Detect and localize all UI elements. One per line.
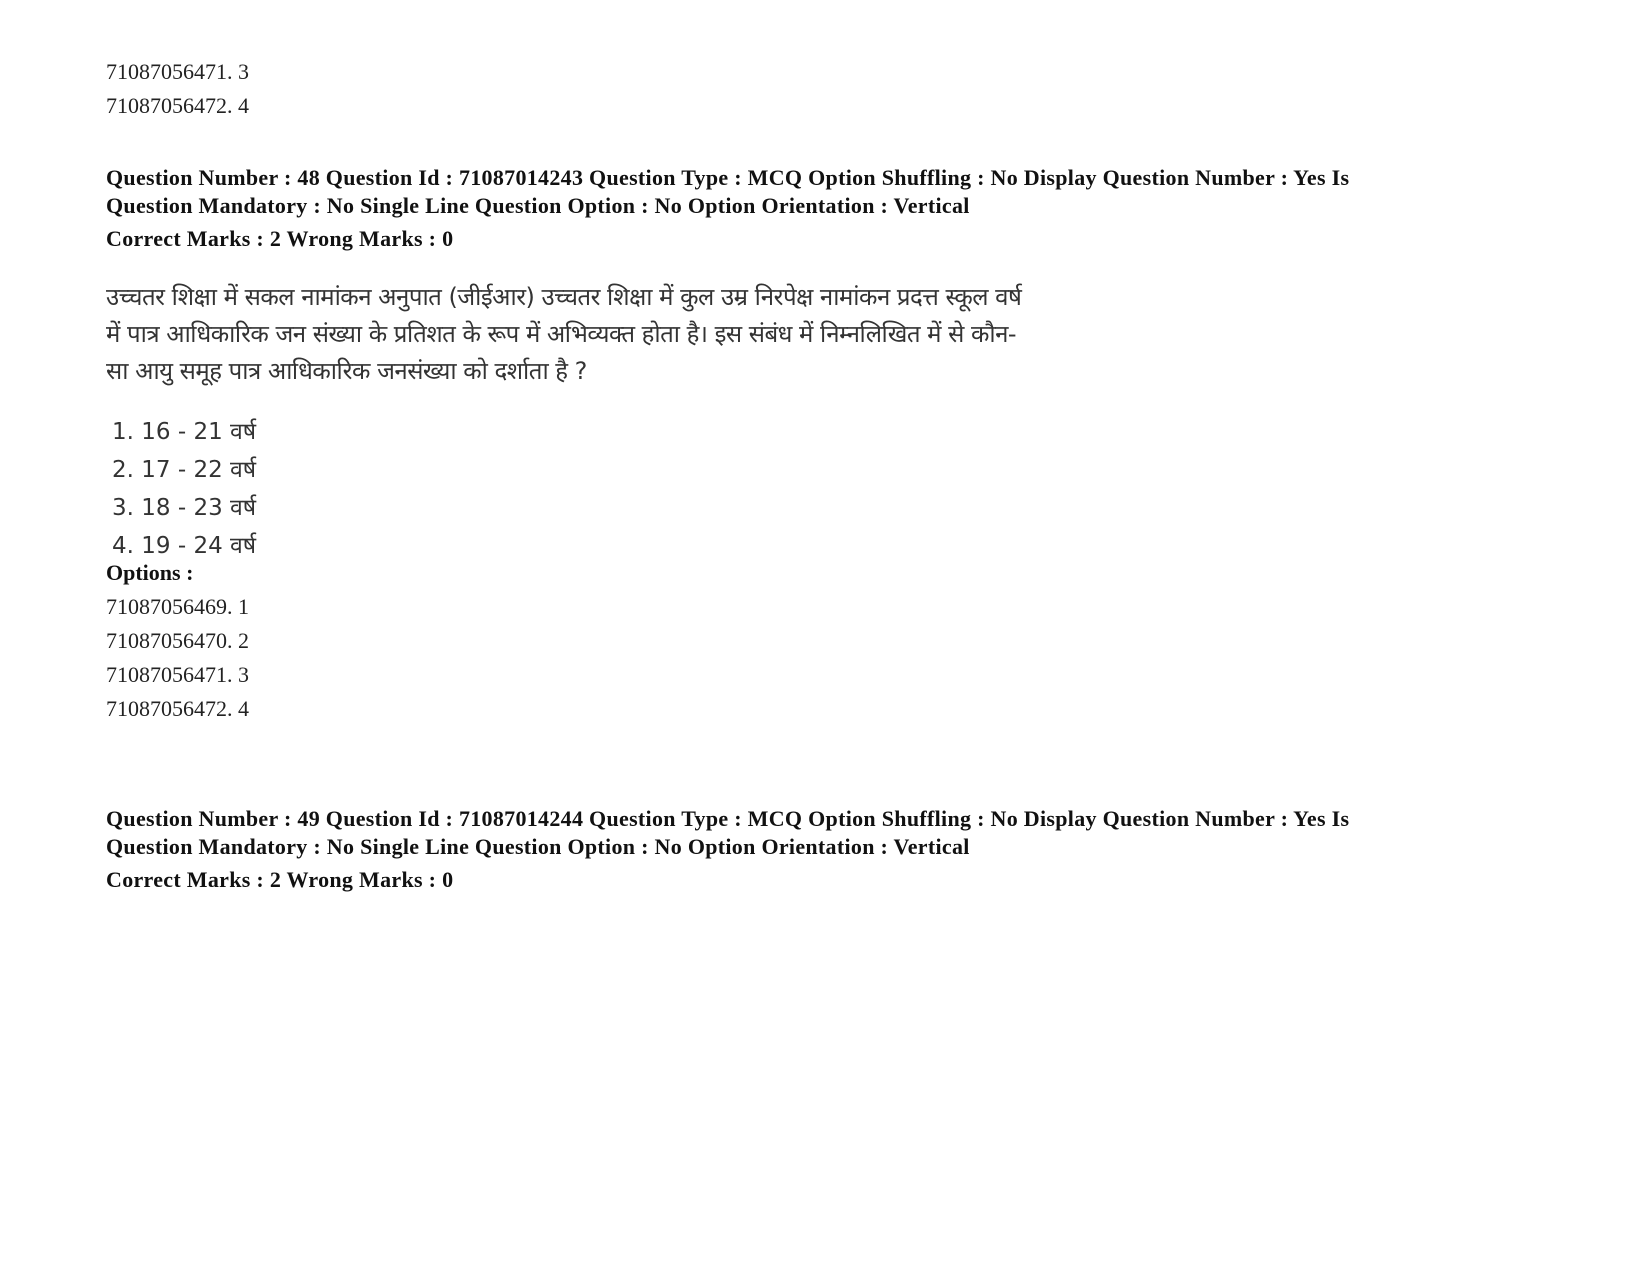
- question-49-header: Question Number : 49 Question Id : 71087…: [106, 805, 1349, 861]
- previous-question-options: 71087056471. 3 71087056472. 4: [106, 55, 249, 123]
- options-label: Options :: [106, 560, 194, 585]
- question-48-marks: Correct Marks : 2 Wrong Marks : 0: [106, 225, 453, 253]
- question-48-body: उच्चतर शिक्षा में सकल नामांकन अनुपात (जी…: [106, 279, 1022, 390]
- answer-choice: 2. 17 - 22 वर्ष: [112, 457, 257, 483]
- question-48-header: Question Number : 48 Question Id : 71087…: [106, 164, 1349, 220]
- question-49-marks: Correct Marks : 2 Wrong Marks : 0: [106, 866, 453, 894]
- question-text-line: उच्चतर शिक्षा में सकल नामांकन अनुपात (जी…: [106, 283, 1022, 311]
- answer-choice: 3. 18 - 23 वर्ष: [112, 495, 257, 521]
- marks-info: Correct Marks : 2 Wrong Marks : 0: [106, 867, 454, 892]
- question-text-line: में पात्र आधिकारिक जन संख्या के प्रतिशत …: [106, 320, 1017, 348]
- option-id-line: 71087056472. 4: [106, 93, 249, 118]
- answer-choice: 1. 16 - 21 वर्ष: [112, 419, 257, 445]
- option-id-line: 71087056472. 4: [106, 696, 249, 721]
- option-id-line: 71087056470. 2: [106, 628, 249, 653]
- question-48-choices: 1. 16 - 21 वर्ष 2. 17 - 22 वर्ष 3. 18 - …: [106, 413, 256, 565]
- question-meta-line-2: Question Mandatory : No Single Line Ques…: [106, 834, 970, 859]
- option-id-line: 71087056471. 3: [106, 662, 249, 687]
- option-id-line: 71087056469. 1: [106, 594, 249, 619]
- question-meta-line-1: Question Number : 48 Question Id : 71087…: [106, 165, 1350, 190]
- question-text-line: सा आयु समूह पात्र आधिकारिक जनसंख्या को द…: [106, 357, 587, 385]
- question-meta: Question Number : 48 Question Id : 71087…: [106, 164, 1349, 220]
- question-meta: Question Number : 49 Question Id : 71087…: [106, 805, 1349, 861]
- question-meta-line-1: Question Number : 49 Question Id : 71087…: [106, 806, 1350, 831]
- marks-info: Correct Marks : 2 Wrong Marks : 0: [106, 226, 454, 251]
- question-meta-line-2: Question Mandatory : No Single Line Ques…: [106, 193, 970, 218]
- question-text: उच्चतर शिक्षा में सकल नामांकन अनुपात (जी…: [106, 279, 1022, 390]
- option-id-line: 71087056471. 3: [106, 59, 249, 84]
- question-48-options: Options : 71087056469. 1 71087056470. 2 …: [106, 558, 249, 726]
